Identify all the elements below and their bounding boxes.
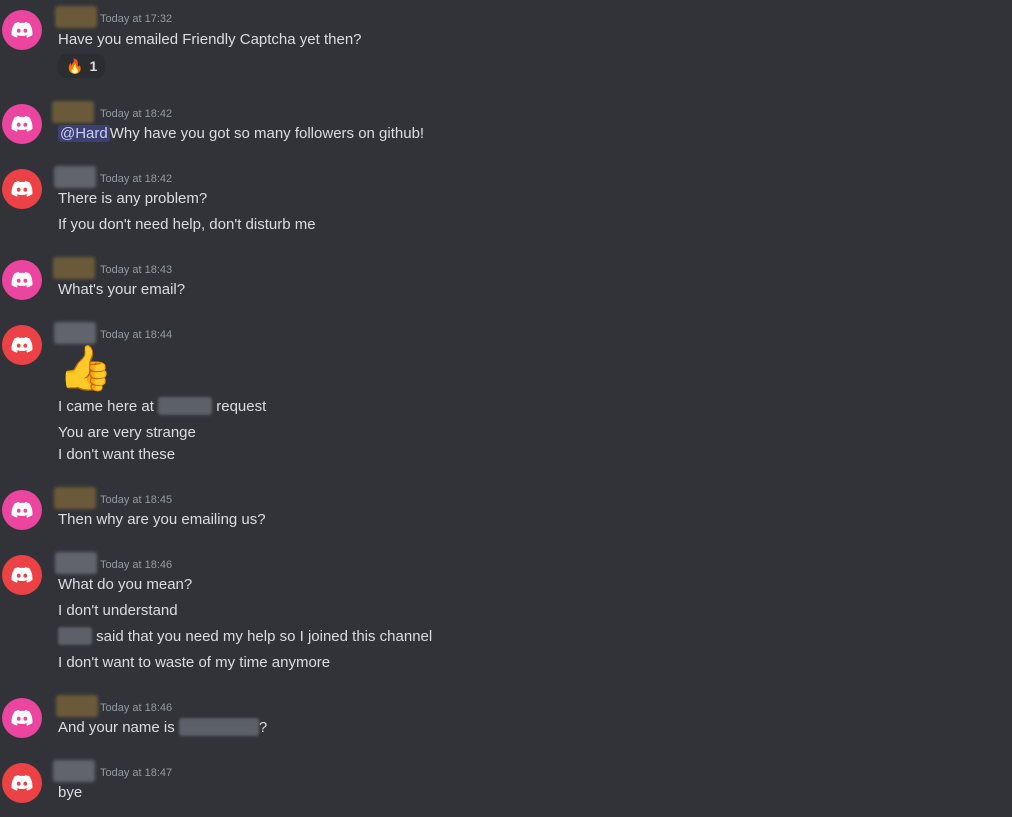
avatar[interactable] [2,260,42,300]
redacted-text [58,627,92,645]
timestamp: Today at 18:44 [100,329,173,341]
discord-logo-icon [11,181,33,197]
user-mention[interactable]: @Hard [58,125,110,142]
message-text: There is any problem? [58,190,208,207]
reaction-count: 1 [89,58,98,74]
message-text: And your name is ? [58,718,268,736]
discord-logo-icon [11,272,33,288]
message-text: What do you mean? [58,576,193,593]
message-text: I came here at request [58,397,267,415]
reaction-button[interactable]: 🔥 1 [58,54,106,78]
redacted-text [158,397,213,415]
message-text: If you don't need help, don't disturb me [58,216,316,233]
message-text: What's your email? [58,281,186,298]
message-text: Have you emailed Friendly Captcha yet th… [58,31,362,48]
avatar[interactable] [2,169,42,209]
username[interactable] [54,487,96,509]
discord-logo-icon [11,710,33,726]
message-text: @Hard Why have you got so many followers … [58,125,425,142]
redacted-text [178,718,259,736]
username[interactable] [53,760,95,782]
message-text: You are very strange [58,424,196,441]
discord-logo-icon [11,116,33,132]
message-text: bye [58,784,83,801]
avatar[interactable] [2,10,42,50]
discord-logo-icon [11,775,33,791]
message-text: Then why are you emailing us? [58,511,266,528]
timestamp: Today at 17:32 [100,13,173,25]
avatar[interactable] [2,698,42,738]
message-text: I don't want to waste of my time anymore [58,654,331,671]
timestamp: Today at 18:43 [100,264,173,276]
fire-icon: 🔥 [66,57,84,74]
discord-logo-icon [11,22,33,38]
avatar[interactable] [2,555,42,595]
timestamp: Today at 18:46 [100,702,173,714]
message-text: I don't want these [58,446,176,463]
username[interactable] [55,6,97,28]
username[interactable] [54,166,96,188]
avatar[interactable] [2,490,42,530]
username[interactable] [54,322,96,344]
username[interactable] [55,552,97,574]
avatar[interactable] [2,104,42,144]
message-text: said that you need my help so I joined t… [58,627,432,647]
discord-logo-icon [11,337,33,353]
username[interactable] [53,257,95,279]
username[interactable] [52,101,94,123]
timestamp: Today at 18:46 [100,559,173,571]
discord-logo-icon [11,502,33,518]
username[interactable] [56,695,98,717]
discord-logo-icon [11,567,33,583]
avatar[interactable] [2,325,42,365]
timestamp: Today at 18:45 [100,494,173,506]
timestamp: Today at 18:42 [100,108,173,120]
timestamp: Today at 18:47 [100,767,173,779]
thumbs-up-icon: 👍 [58,344,113,393]
avatar[interactable] [2,763,42,803]
timestamp: Today at 18:42 [100,173,173,185]
message-text: I don't understand [58,602,178,619]
